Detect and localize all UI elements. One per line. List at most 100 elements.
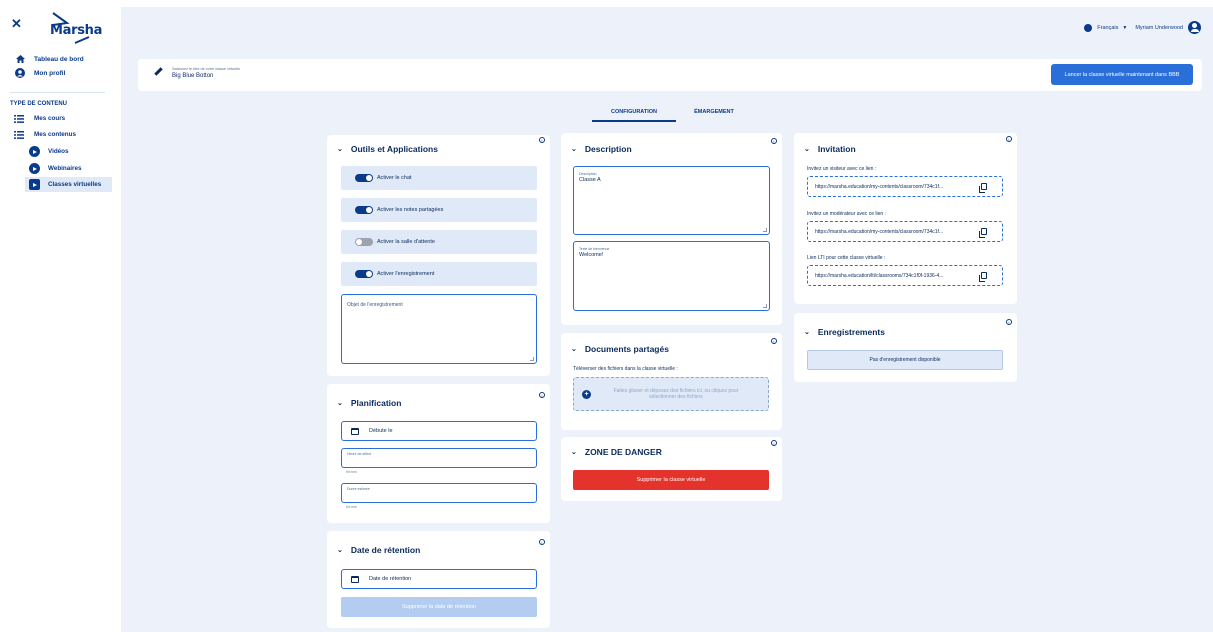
retention-title[interactable]: ⌄ Date de rétention [337,545,420,555]
info-icon[interactable]: i [1006,319,1012,325]
tools-title[interactable]: ⌄ Outils et Applications [337,144,438,154]
toggle-chat[interactable] [355,174,373,182]
close-icon[interactable]: ✕ [11,16,22,32]
add-icon: + [582,389,591,399]
toggle-recording-row[interactable]: Activer l'enregistrement [341,262,537,286]
invitation-title[interactable]: ⌄ Invitation [804,144,856,154]
info-icon[interactable]: i [539,137,545,143]
info-icon[interactable]: i [771,440,777,446]
visitor-link-url[interactable]: https://marsha.education/my-contents/cla… [815,184,975,190]
user-name[interactable]: Myriam Underwood [1135,25,1183,31]
list-icon [14,130,26,139]
sidebar-item-courses[interactable]: Mes cours [14,111,65,126]
description-card: i ⌄ Description Description Classe A Tex… [561,133,782,325]
webinar-icon [29,163,40,174]
copy-icon[interactable] [979,228,987,238]
tab-configuration[interactable]: CONFIGURATION [592,104,676,122]
description-label: Description [579,172,597,176]
sidebar: ✕ Marsha Tableau de bord Mon profil TYPE… [0,0,121,632]
recordings-title-text: Enregistrements [817,327,885,337]
chevron-down-icon: ⌄ [571,346,577,353]
moderator-link-url[interactable]: https://marsha.education/my-contents/cla… [815,229,975,235]
sidebar-item-contents[interactable]: Mes contenus [14,127,76,142]
copy-icon[interactable] [979,272,987,282]
planning-title[interactable]: ⌄ Planification [337,398,401,408]
toggle-waiting-room[interactable] [355,238,373,246]
chevron-down-icon: ⌄ [571,146,577,153]
recordings-title[interactable]: ⌄ Enregistrements [804,327,885,337]
sidebar-item-videos[interactable]: Vidéos [29,144,69,159]
sidebar-item-courses-label: Mes cours [34,115,66,122]
lti-link-url[interactable]: https://marsha.education/lti/classrooms/… [815,273,975,279]
recordings-card: i ⌄ Enregistrements Pas d'enregistrement… [794,313,1017,382]
sidebar-item-classrooms[interactable]: Classes virtuelles [25,177,112,192]
file-dropzone[interactable]: + Faites glisser et déposez des fichiers… [573,377,769,411]
recording-purpose-placeholder: Objet de l'enregistrement [347,302,403,308]
calendar-icon [351,575,359,583]
dropzone-text: Faites glisser et déposez des fichiers i… [613,388,739,400]
info-icon[interactable]: i [771,338,777,344]
description-textarea[interactable]: Description Classe A [573,166,770,235]
toggle-notes[interactable] [355,206,373,214]
danger-title-text: ZONE DE DANGER [584,447,662,457]
sidebar-item-videos-label: Vidéos [48,148,69,155]
start-time-field[interactable]: Heure de début [341,448,537,468]
description-title[interactable]: ⌄ Description [571,144,632,154]
delete-retention-button[interactable]: Supprimer la date de rétention [341,597,537,617]
home-icon [14,55,26,63]
sidebar-divider [10,92,105,93]
resize-handle[interactable] [530,357,534,361]
nav-dashboard[interactable]: Tableau de bord [14,53,84,65]
resize-handle[interactable] [763,228,767,232]
lti-link-box: https://marsha.education/lti/classrooms/… [807,265,1003,286]
danger-title[interactable]: ⌄ ZONE DE DANGER [571,447,662,457]
start-date-field[interactable]: Débute le [341,421,537,441]
info-icon[interactable]: i [539,539,545,545]
retention-date-field[interactable]: Date de rétention [341,569,537,589]
nav-profile[interactable]: Mon profil [14,67,65,79]
toggle-chat-row[interactable]: Activer le chat [341,166,537,190]
info-icon[interactable]: i [771,138,777,144]
chevron-down-icon[interactable]: ▼ [1122,25,1127,31]
language-select[interactable]: Français [1097,25,1118,31]
chevron-down-icon: ⌄ [337,400,343,407]
tab-attendance[interactable]: ÉMARGEMENT [676,104,752,122]
toggle-recording[interactable] [355,270,373,278]
nav-profile-label: Mon profil [34,69,66,77]
resize-handle[interactable] [763,304,767,308]
toggle-waiting-room-row[interactable]: Activer la salle d'attente [341,230,537,254]
no-recordings-message: Pas d'enregistrement disponible [807,350,1003,370]
title-input[interactable]: Big Blue Botton [172,73,213,79]
sidebar-item-contents-label: Mes contenus [34,131,76,138]
planning-card: i ⌄ Planification Débute le Heure de déb… [327,384,550,523]
chevron-down-icon: ⌄ [804,329,810,336]
retention-date-placeholder: Date de rétention [369,576,412,582]
launch-classroom-button[interactable]: Lancer la classe virtuelle maintenant da… [1051,64,1193,85]
documents-title[interactable]: ⌄ Documents partagés [571,344,669,354]
duration-field[interactable]: Durée estimée [341,483,537,503]
info-icon[interactable]: i [539,392,545,398]
recording-purpose-textarea[interactable]: Objet de l'enregistrement [341,294,537,364]
info-icon[interactable]: i [1006,136,1012,142]
duration-hint: hh:mm [346,505,357,509]
start-time-label: Heure de début [347,452,372,456]
upload-label: Téléverser des fichiers dans la classe v… [573,366,678,372]
logo-text: Marsha [50,23,103,38]
invitation-title-text: Invitation [817,144,856,154]
title-header: Saisissez le titre de votre classe virtu… [138,59,1202,91]
chevron-down-icon: ⌄ [337,146,343,153]
copy-icon[interactable] [979,183,987,193]
toggle-waiting-room-label: Activer la salle d'attente [377,239,435,245]
duration-label: Durée estimée [347,487,370,491]
toggle-notes-row[interactable]: Activer les notes partagées [341,198,537,222]
topbar: Français ▼ Myriam Underwood [1084,21,1201,34]
tabs: CONFIGURATION ÉMARGEMENT [592,104,752,122]
sidebar-item-webinars[interactable]: Webinaires [29,161,81,176]
calendar-icon [351,427,359,435]
chevron-down-icon: ⌄ [571,449,577,456]
avatar[interactable] [1188,21,1201,34]
tools-card: i ⌄ Outils et Applications Activer le ch… [327,135,550,376]
welcome-textarea[interactable]: Texte de bienvenue Welcome! [573,241,770,311]
chevron-down-icon: ⌄ [804,146,810,153]
delete-classroom-button[interactable]: Supprimer la classe virtuelle [573,470,769,490]
